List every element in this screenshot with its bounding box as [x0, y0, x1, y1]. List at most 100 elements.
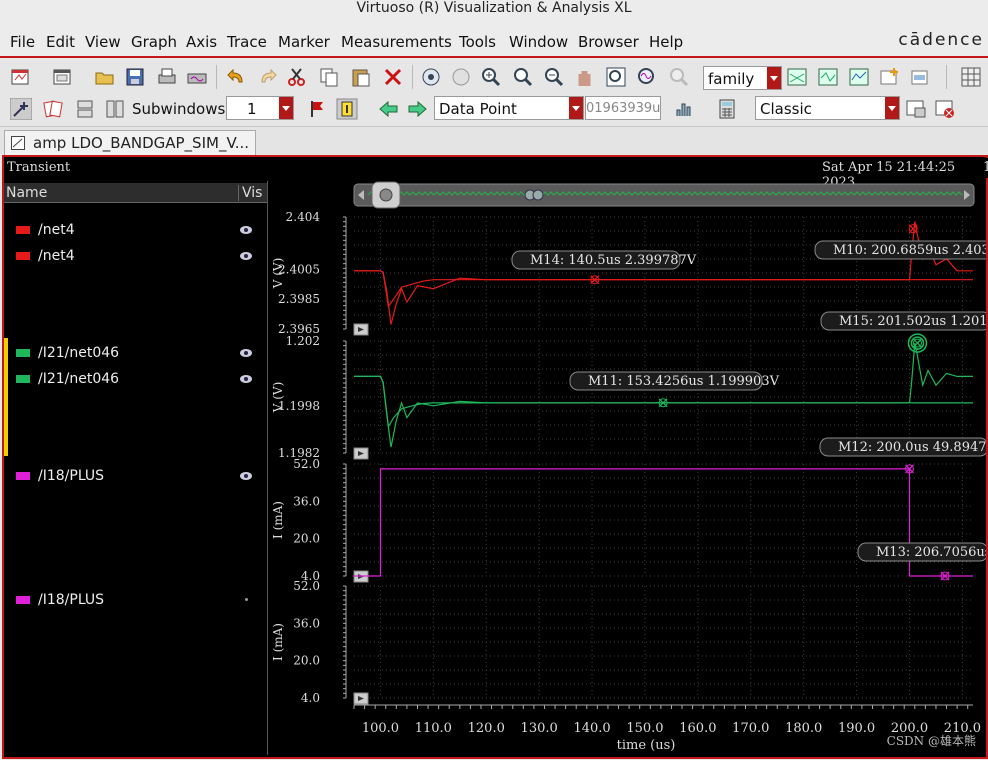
tab-waveform-window[interactable]: amp LDO_BANDGAP_SIM_V... [4, 130, 256, 155]
paste-icon[interactable] [350, 66, 372, 88]
marker-label-text: M12: 200.0us 49.89474m [838, 440, 986, 455]
stack-strips-icon[interactable] [74, 98, 96, 120]
marker-label-text: M10: 200.6859us 2.40322 [833, 243, 986, 258]
zoom-wave-icon[interactable] [636, 66, 658, 88]
window-config-icon[interactable] [905, 98, 927, 120]
cut-icon[interactable] [286, 66, 308, 88]
scrollbar-track[interactable] [353, 183, 975, 207]
zoom-in-icon[interactable] [480, 66, 502, 88]
delete-icon[interactable] [382, 66, 404, 88]
menu-browser[interactable]: Browser [578, 33, 639, 51]
scrollbar-thumb-grip-icon [379, 188, 393, 202]
prev-marker-icon[interactable] [378, 98, 400, 120]
eye-icon[interactable] [240, 375, 252, 383]
plot-strip-4[interactable]: 52.0 36.0 20.0 4.0 I (mA) [271, 579, 973, 705]
trace-color-swatch [16, 596, 30, 604]
name-column-header[interactable]: Name [6, 185, 47, 201]
menu-trace[interactable]: Trace [227, 33, 267, 51]
subwindows-spinbox[interactable]: 1 [226, 96, 294, 120]
open-folder-icon[interactable] [94, 66, 116, 88]
trace-color-swatch [16, 472, 30, 480]
copy-icon[interactable] [318, 66, 340, 88]
chevron-down-icon[interactable] [767, 67, 781, 89]
marker-label-text: M14: 140.5us 2.399787V [530, 253, 697, 268]
close-window-icon[interactable] [934, 98, 956, 120]
graph-layout-2-icon[interactable] [817, 66, 839, 88]
waveform-plot-area[interactable]: 2.4042.40052.39852.3965V (V)1.2021.19981… [268, 181, 986, 755]
print-preview-icon[interactable] [186, 66, 208, 88]
y-tick-label: 36.0 [293, 494, 320, 508]
menu-window[interactable]: Window [509, 33, 568, 51]
chevron-down-icon[interactable] [569, 97, 583, 119]
plot-strips: 2.4042.40052.39852.3965V (V)1.2021.19981… [271, 210, 986, 705]
menu-tools[interactable]: Tools [459, 33, 496, 51]
series-line [354, 342, 973, 448]
y-tick-label: 4.0 [301, 691, 320, 705]
grid-icon[interactable] [960, 66, 982, 88]
flag-icon[interactable] [306, 98, 328, 120]
menu-edit[interactable]: Edit [46, 33, 75, 51]
info-icon[interactable] [336, 98, 358, 120]
x-scrollbar[interactable] [353, 181, 975, 209]
zoom-x-icon[interactable] [512, 66, 534, 88]
menu-axis[interactable]: Axis [186, 33, 217, 51]
family-select[interactable]: family [703, 66, 782, 90]
marker-label[interactable]: M10: 200.6859us 2.40322 [814, 240, 986, 260]
pointer-tool-icon[interactable] [10, 98, 32, 120]
graph-layout-1-icon[interactable] [786, 66, 808, 88]
save-icon[interactable] [124, 66, 146, 88]
menu-measurements[interactable]: Measurements [341, 33, 452, 51]
zoom-cycle-icon[interactable] [450, 66, 472, 88]
new-subwindow-icon[interactable] [52, 66, 74, 88]
trace-color-swatch [16, 349, 30, 357]
x-tick-label: 120.0 [468, 721, 505, 736]
menu-view[interactable]: View [85, 33, 121, 51]
side-by-side-icon[interactable] [104, 98, 126, 120]
y-axis-title: V (V) [271, 258, 285, 290]
data-point-select[interactable]: Data Point [434, 96, 584, 120]
eye-icon[interactable] [240, 472, 252, 480]
watermark: CSDN @雄本熊 [887, 733, 976, 748]
eye-icon[interactable] [240, 349, 252, 357]
marker-label[interactable]: M13: 206.7056us [857, 542, 986, 562]
style-select[interactable]: Classic [755, 96, 900, 120]
new-window-icon[interactable] [10, 66, 32, 88]
zoom-box-icon[interactable] [605, 66, 627, 88]
scrollbar-marker-handles[interactable] [524, 189, 544, 201]
calculator-icon[interactable] [716, 98, 738, 120]
window-title: Virtuoso (R) Visualization & Analysis XL [356, 0, 632, 16]
marker-label[interactable]: M15: 201.502us 1.20193 [820, 311, 986, 331]
pan-icon[interactable] [574, 66, 596, 88]
y-tick-label: 20.0 [293, 654, 320, 668]
plot-strip-3[interactable]: 52.036.020.04.0I (mA) [271, 457, 973, 583]
fit-icon[interactable] [420, 66, 442, 88]
add-strip-icon[interactable] [910, 66, 932, 88]
hidden-dot-icon[interactable] [245, 598, 248, 601]
chevron-down-icon[interactable] [885, 97, 899, 119]
menu-help[interactable]: Help [649, 33, 683, 51]
spin-arrow-icon[interactable] [279, 97, 293, 119]
next-marker-icon[interactable] [406, 98, 428, 120]
histogram-icon[interactable] [674, 98, 696, 120]
marker-label[interactable]: M14: 140.5us 2.399787V [511, 250, 697, 270]
eye-icon[interactable] [240, 252, 252, 260]
marker-label[interactable]: M12: 200.0us 49.89474m [819, 437, 986, 457]
trace-name: /net4 [38, 248, 75, 264]
graph-layout-3-icon[interactable] [848, 66, 870, 88]
redo-icon[interactable] [256, 66, 278, 88]
zoom-out-icon[interactable] [543, 66, 565, 88]
zoom-disabled-icon[interactable] [668, 66, 690, 88]
menu-file[interactable]: File [10, 33, 35, 51]
add-graph-icon[interactable] [879, 66, 901, 88]
undo-icon[interactable] [226, 66, 248, 88]
cards-icon[interactable] [42, 98, 64, 120]
trace-name: /I21/net046 [38, 345, 120, 361]
y-axis-title: I (mA) [271, 623, 285, 661]
y-tick-label: 52.0 [293, 579, 320, 593]
menu-graph[interactable]: Graph [131, 33, 177, 51]
vis-column-header[interactable]: Vis [238, 185, 262, 201]
marker-label[interactable]: M11: 153.4256us 1.199903V [569, 371, 780, 391]
eye-icon[interactable] [240, 226, 252, 234]
print-icon[interactable] [156, 66, 178, 88]
menu-marker[interactable]: Marker [278, 33, 330, 51]
